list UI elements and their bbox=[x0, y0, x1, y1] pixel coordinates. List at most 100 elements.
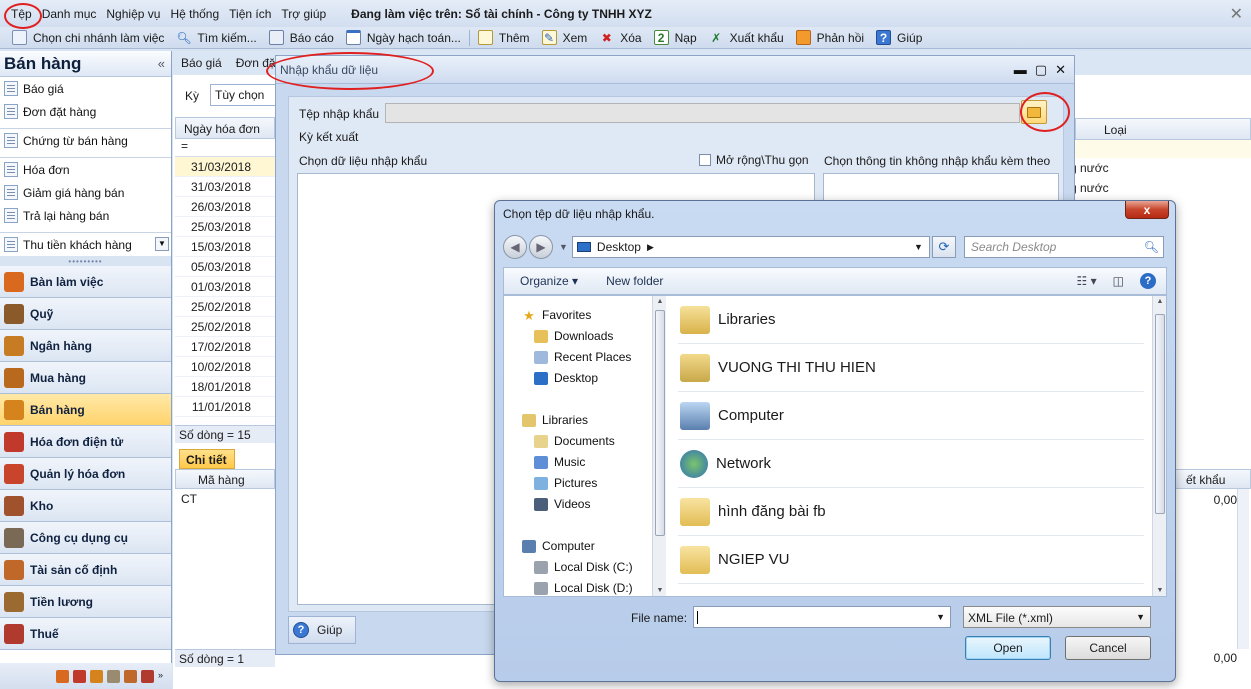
sub-item-discount[interactable]: Giảm giá hàng bán bbox=[0, 181, 171, 204]
minimize-icon[interactable]: ▬ bbox=[1014, 62, 1027, 78]
search-input[interactable]: Search Desktop 🔍︎ bbox=[963, 236, 1164, 258]
tree-music[interactable]: Music bbox=[534, 455, 585, 469]
tree-favorites[interactable]: ★ Favorites bbox=[522, 308, 591, 322]
scroll-up-icon[interactable]: ▲ bbox=[653, 298, 667, 305]
file-path-input[interactable] bbox=[385, 103, 1020, 123]
tree-disk-d[interactable]: Local Disk (D:) bbox=[534, 581, 633, 595]
tree-videos[interactable]: Videos bbox=[534, 497, 590, 511]
maximize-icon[interactable]: ▢ bbox=[1035, 62, 1047, 78]
filter-row[interactable]: = bbox=[175, 139, 275, 157]
collapse-icon[interactable]: « bbox=[158, 56, 165, 71]
chevron-down-icon[interactable]: ▼ bbox=[936, 612, 945, 622]
sub-item-order[interactable]: Đơn đặt hàng bbox=[0, 100, 171, 123]
list-item[interactable]: Computer bbox=[678, 392, 1144, 440]
tree-desktop[interactable]: Desktop bbox=[534, 371, 598, 385]
nav-module[interactable]: Công cụ dụng cụ bbox=[0, 522, 171, 554]
column-header-date[interactable]: Ngày hóa đơn bbox=[175, 117, 275, 139]
table-row[interactable]: 11/01/2018 bbox=[175, 397, 275, 417]
more-icon[interactable]: » bbox=[158, 670, 166, 683]
tools-mini-icon[interactable] bbox=[107, 669, 120, 683]
feedback-button[interactable]: Phản hồi bbox=[790, 30, 870, 45]
einvoice-mini-icon[interactable] bbox=[73, 669, 86, 683]
scroll-thumb[interactable] bbox=[655, 310, 665, 536]
scroll-down-icon[interactable]: ▼ bbox=[1153, 587, 1167, 594]
address-bar[interactable]: Desktop ▶ ▼ bbox=[571, 236, 930, 258]
column-header-type[interactable]: Loại bbox=[1075, 118, 1251, 140]
table-row[interactable]: 15/03/2018 bbox=[175, 237, 275, 257]
nav-module[interactable]: Ngân hàng bbox=[0, 330, 171, 362]
column-header-item-code[interactable]: Mã hàng bbox=[175, 469, 275, 489]
cancel-button[interactable]: Cancel bbox=[1065, 636, 1151, 660]
tree-documents[interactable]: Documents bbox=[534, 434, 615, 448]
sub-item-quote[interactable]: Báo giá bbox=[0, 77, 171, 100]
list-item[interactable]: hình đăng bài fb bbox=[678, 488, 1144, 536]
chevron-down-icon[interactable]: ▼ bbox=[1136, 612, 1145, 622]
view-options-icon[interactable]: ☷ ▾ bbox=[1077, 274, 1097, 288]
scroll-thumb[interactable] bbox=[1155, 314, 1165, 514]
filter-row[interactable] bbox=[1075, 140, 1251, 158]
sub-item-return[interactable]: Trả lại hàng bán bbox=[0, 204, 171, 227]
export-button[interactable]: ✗ Xuất khẩu bbox=[703, 30, 790, 45]
file-name-input[interactable]: ▼ bbox=[693, 606, 951, 628]
posting-date-button[interactable]: Ngày hạch toán... bbox=[340, 30, 467, 45]
scroll-up-icon[interactable]: ▲ bbox=[1153, 298, 1167, 305]
search-button[interactable]: 🔍︎ Tìm kiếm... bbox=[170, 30, 262, 45]
report-button[interactable]: Báo cáo bbox=[263, 30, 340, 45]
load-button[interactable]: 2 Nạp bbox=[648, 30, 703, 45]
chevron-right-icon[interactable]: ▶ bbox=[647, 242, 654, 253]
tax-mini-icon[interactable] bbox=[141, 669, 154, 683]
add-button[interactable]: Thêm bbox=[472, 30, 536, 45]
item-code-cell[interactable]: CT bbox=[181, 492, 197, 506]
branch-button[interactable]: Chọn chi nhánh làm việc bbox=[6, 30, 170, 45]
tab-detail[interactable]: Chi tiết bbox=[179, 449, 235, 469]
table-row[interactable]: 26/03/2018 bbox=[175, 197, 275, 217]
table-row[interactable]: 01/03/2018 bbox=[175, 277, 275, 297]
help-button[interactable]: ? Giúp bbox=[870, 30, 928, 45]
nav-module[interactable]: Quản lý hóa đơn bbox=[0, 458, 171, 490]
close-icon[interactable]: ✕ bbox=[1055, 62, 1066, 78]
table-row[interactable]: 05/03/2018 bbox=[175, 257, 275, 277]
nav-module[interactable]: Thuế bbox=[0, 618, 171, 650]
menu-catalog[interactable]: Danh mục bbox=[37, 7, 102, 21]
history-dropdown-icon[interactable]: ▼ bbox=[559, 242, 568, 252]
organize-button[interactable]: Organize ▾ bbox=[520, 274, 578, 288]
forward-icon[interactable]: ▶ bbox=[529, 235, 553, 259]
nav-module[interactable]: Tài sản cố định bbox=[0, 554, 171, 586]
sales-mini-icon[interactable] bbox=[90, 669, 103, 683]
nav-module[interactable]: Mua hàng bbox=[0, 362, 171, 394]
table-row[interactable]: 31/03/2018 bbox=[175, 177, 275, 197]
preview-pane-icon[interactable]: ◫ bbox=[1113, 274, 1124, 288]
nav-module[interactable]: Bán hàng bbox=[0, 394, 171, 426]
help-icon[interactable]: ? bbox=[1140, 273, 1156, 289]
table-row[interactable]: 25/03/2018 bbox=[175, 217, 275, 237]
menu-operations[interactable]: Nghiệp vụ bbox=[101, 7, 165, 21]
period-select[interactable]: Tùy chọn bbox=[210, 84, 280, 106]
back-icon[interactable]: ◀ bbox=[503, 235, 527, 259]
app-close-icon[interactable]: ✕ bbox=[1230, 4, 1243, 24]
menu-file[interactable]: Tệp bbox=[6, 7, 37, 21]
new-folder-button[interactable]: New folder bbox=[606, 274, 663, 288]
table-row[interactable]: 31/03/2018 bbox=[175, 157, 275, 177]
sub-item-collection[interactable]: Thu tiền khách hàng ▼ bbox=[0, 233, 171, 256]
tree-recent-places[interactable]: Recent Places bbox=[534, 350, 631, 364]
tree-downloads[interactable]: Downloads bbox=[534, 329, 613, 343]
tree-disk-c[interactable]: Local Disk (C:) bbox=[534, 560, 633, 574]
tree-computer[interactable]: Computer bbox=[522, 539, 595, 553]
chevron-down-icon[interactable]: ▼ bbox=[914, 242, 923, 252]
file-type-select[interactable]: XML File (*.xml) ▼ bbox=[963, 606, 1151, 628]
nav-module[interactable]: Bàn làm việc bbox=[0, 266, 171, 298]
menu-system[interactable]: Hệ thống bbox=[165, 7, 224, 21]
import-help-button[interactable]: ? Giúp bbox=[288, 616, 356, 644]
menu-utilities[interactable]: Tiện ích bbox=[224, 7, 276, 21]
table-row[interactable]: 10/02/2018 bbox=[175, 357, 275, 377]
sub-item-sales-voucher[interactable]: Chứng từ bán hàng bbox=[0, 129, 171, 152]
tab-order[interactable]: Đơn đặt bbox=[236, 56, 279, 70]
tree-scrollbar[interactable]: ▲ ▼ bbox=[652, 296, 666, 596]
view-button[interactable]: ✎ Xem bbox=[536, 30, 594, 45]
browse-button[interactable] bbox=[1021, 100, 1047, 124]
expand-checkbox[interactable] bbox=[699, 154, 711, 166]
nav-module[interactable]: Hóa đơn điện tử bbox=[0, 426, 171, 458]
refresh-icon[interactable]: ⟳ bbox=[931, 236, 956, 258]
table-row[interactable]: 18/01/2018 bbox=[175, 377, 275, 397]
desk-mini-icon[interactable] bbox=[56, 669, 69, 683]
